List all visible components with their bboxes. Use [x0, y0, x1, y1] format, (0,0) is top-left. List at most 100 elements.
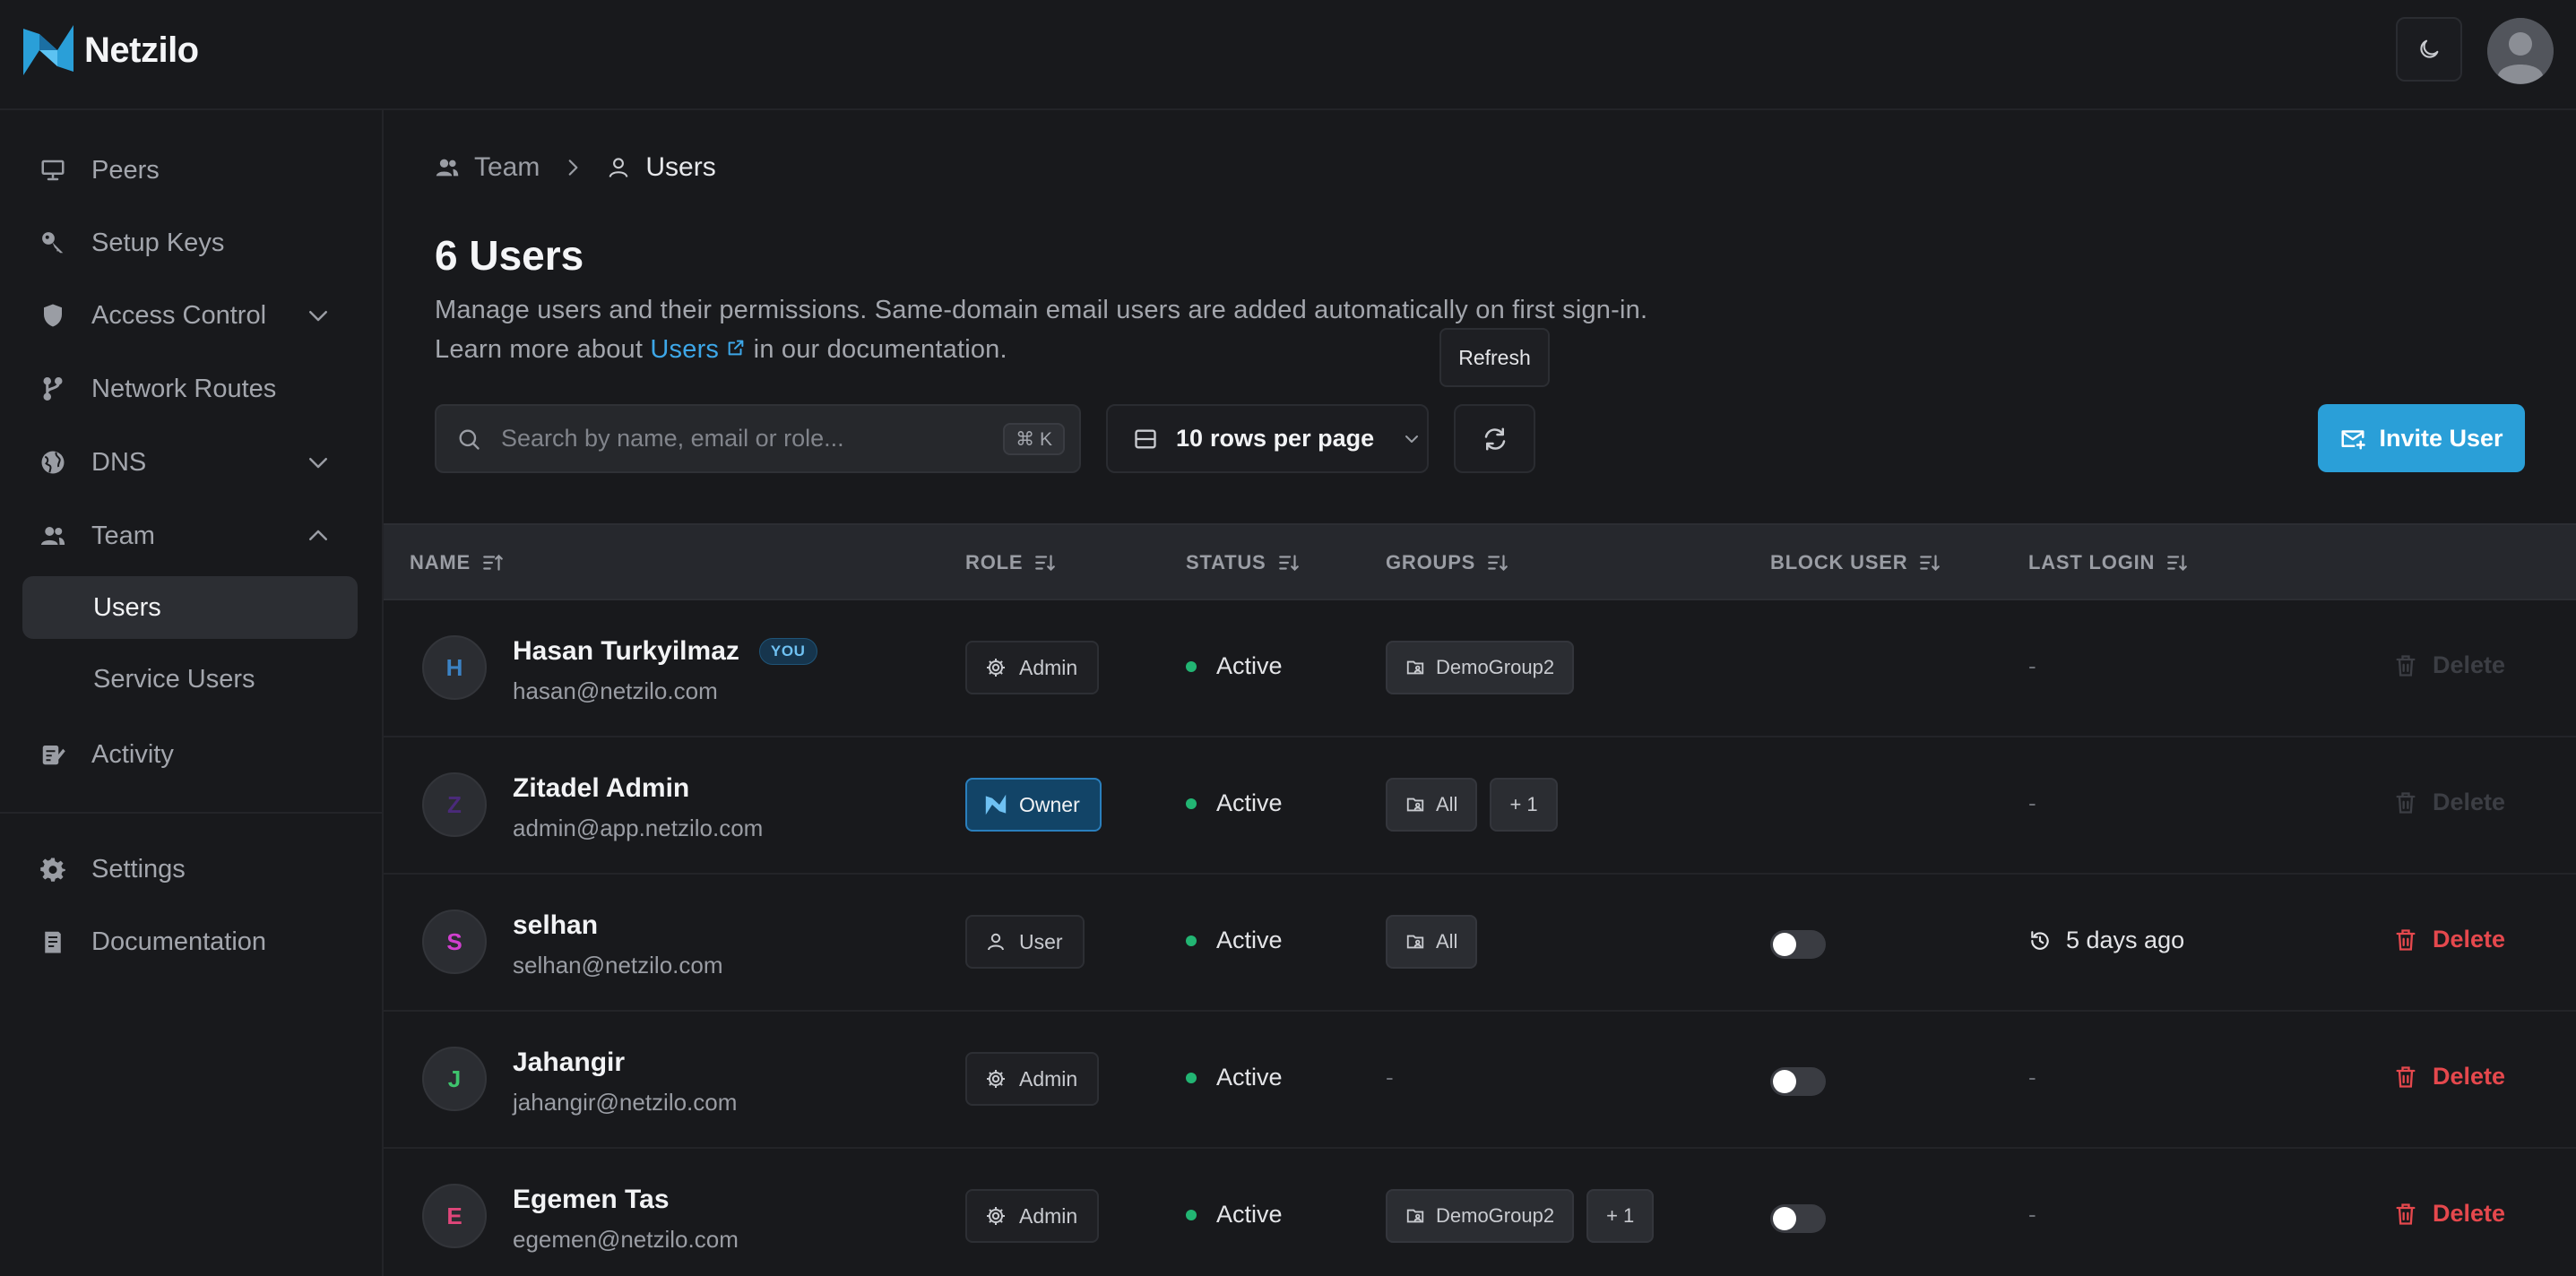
table-row[interactable]: J Jahangir jahangir@netzilo.com Admin Ac…: [384, 1012, 2576, 1149]
role-label: Admin: [1019, 1066, 1078, 1091]
sidebar-item-users[interactable]: Users: [22, 576, 358, 639]
status-dot: [1186, 1072, 1197, 1083]
user-icon: [988, 933, 1004, 951]
sidebar-item-documentation[interactable]: Documentation: [22, 910, 357, 973]
column-block-user[interactable]: BLOCK USER: [1770, 525, 1941, 600]
role-badge[interactable]: Admin: [965, 1052, 1100, 1106]
sort-icon: [1488, 555, 1508, 572]
folder-users-icon: [1406, 660, 1424, 675]
last-login-value: -: [2028, 1201, 2036, 1228]
sidebar-item-settings[interactable]: Settings: [22, 838, 357, 901]
group-more-badge[interactable]: + 1: [1490, 778, 1558, 832]
groups-cell: All: [1386, 915, 1490, 969]
chevron-up-icon: [309, 530, 327, 540]
groups-cell: -: [1386, 1064, 1394, 1091]
toggle-knob: [1773, 1207, 1796, 1230]
theme-toggle-button[interactable]: [2396, 17, 2462, 82]
role-label: User: [1019, 929, 1063, 953]
app-logo[interactable]: Netzilo: [22, 23, 199, 77]
search-icon: [459, 429, 480, 450]
groups-cell: DemoGroup2 + 1: [1386, 1189, 1666, 1243]
column-role[interactable]: ROLE: [965, 525, 1057, 600]
role-badge[interactable]: Admin: [965, 1189, 1100, 1243]
gear-icon: [38, 854, 68, 884]
delete-label: Delete: [2433, 651, 2506, 678]
search-input[interactable]: [501, 425, 985, 453]
rows-label: rows per page: [1210, 425, 1375, 452]
block-user-toggle[interactable]: [1770, 1204, 1826, 1233]
column-last-login-label: LAST LOGIN: [2028, 551, 2156, 573]
user-name: selhan: [513, 910, 598, 941]
role-badge[interactable]: User: [965, 915, 1085, 969]
group-badge[interactable]: DemoGroup2: [1386, 1189, 1575, 1243]
gear-icon: [987, 659, 1005, 677]
history-icon: [2031, 930, 2049, 950]
group-badge[interactable]: All: [1386, 778, 1478, 832]
user-avatar-icon: [2487, 18, 2554, 84]
route-icon: [38, 374, 68, 404]
sidebar-item-team[interactable]: Team: [22, 504, 357, 567]
netzilo-logo-icon: [985, 794, 1007, 815]
rows-per-page-select[interactable]: 10 rows per page: [1106, 404, 1429, 473]
sidebar-item-dns[interactable]: DNS: [22, 431, 357, 494]
table-row[interactable]: H Hasan Turkyilmaz YOU hasan@netzilo.com…: [384, 600, 2576, 737]
user-name-text: Egemen Tas: [513, 1185, 670, 1214]
group-label: All: [1436, 793, 1458, 815]
team-icon: [436, 159, 459, 177]
sidebar-item-access-control[interactable]: Access Control: [22, 284, 357, 347]
status-indicator: Active: [1186, 1201, 1283, 1229]
sidebar-item-setup-keys[interactable]: Setup Keys: [22, 211, 357, 274]
table-row[interactable]: Z Zitadel Admin admin@app.netzilo.com Ow…: [384, 737, 2576, 875]
group-badge[interactable]: DemoGroup2: [1386, 641, 1575, 694]
column-status[interactable]: STATUS: [1186, 525, 1301, 600]
block-user-toggle[interactable]: [1770, 1067, 1826, 1096]
role-badge[interactable]: Owner: [965, 778, 1102, 832]
page-title: 6 Users: [435, 232, 584, 279]
sidebar-item-peers[interactable]: Peers: [22, 139, 357, 202]
avatar: H: [422, 635, 487, 700]
sidebar-item-activity[interactable]: Activity: [22, 723, 357, 786]
user-name: Hasan Turkyilmaz YOU: [513, 636, 817, 667]
sidebar-item-label: Setup Keys: [91, 228, 225, 257]
users-docs-link-label: Users: [650, 335, 720, 364]
sidebar-item-label: Documentation: [91, 927, 267, 956]
refresh-button[interactable]: [1454, 404, 1535, 473]
search-bar[interactable]: ⌘ K: [435, 404, 1081, 473]
toggle-knob: [1773, 1070, 1796, 1093]
sidebar-item-service-users[interactable]: Service Users: [22, 648, 358, 711]
group-more-badge[interactable]: + 1: [1586, 1189, 1655, 1243]
users-docs-link[interactable]: Users: [650, 335, 753, 364]
chevron-down-icon: [1405, 435, 1419, 443]
status-indicator: Active: [1186, 1064, 1283, 1091]
user-email: egemen@netzilo.com: [513, 1226, 739, 1253]
status-indicator: Active: [1186, 789, 1283, 817]
monitor-icon: [38, 155, 68, 185]
team-icon: [38, 521, 68, 551]
user-email: jahangir@netzilo.com: [513, 1089, 738, 1116]
sidebar-item-network-routes[interactable]: Network Routes: [22, 358, 357, 420]
user-avatar-button[interactable]: [2487, 18, 2554, 84]
column-name[interactable]: NAME: [410, 525, 505, 600]
toggle-knob: [1773, 933, 1796, 956]
delete-button[interactable]: Delete: [2393, 926, 2505, 953]
moon-icon: [2420, 39, 2439, 58]
breadcrumb-team-link[interactable]: Team: [474, 152, 540, 183]
column-name-label: NAME: [410, 551, 471, 573]
last-login-value: -: [2028, 652, 2036, 679]
column-last-login[interactable]: LAST LOGIN: [2028, 525, 2189, 600]
invite-user-button[interactable]: Invite User: [2318, 404, 2525, 472]
delete-button[interactable]: Delete: [2393, 1063, 2505, 1091]
user-name: Zitadel Admin: [513, 773, 689, 804]
column-groups[interactable]: GROUPS: [1386, 525, 1509, 600]
column-groups-label: GROUPS: [1386, 551, 1476, 573]
block-user-toggle[interactable]: [1770, 930, 1826, 959]
group-badge[interactable]: All: [1386, 915, 1478, 969]
user-name-text: Jahangir: [513, 1048, 626, 1077]
description-line-1: Manage users and their permissions. Same…: [435, 296, 1648, 324]
status-indicator: Active: [1186, 927, 1283, 954]
status-label: Active: [1216, 927, 1283, 953]
table-row[interactable]: S selhan selhan@netzilo.com User Active …: [384, 875, 2576, 1012]
role-badge[interactable]: Admin: [965, 641, 1100, 694]
table-row[interactable]: E Egemen Tas egemen@netzilo.com Admin Ac…: [384, 1149, 2576, 1276]
delete-button[interactable]: Delete: [2393, 1200, 2505, 1228]
